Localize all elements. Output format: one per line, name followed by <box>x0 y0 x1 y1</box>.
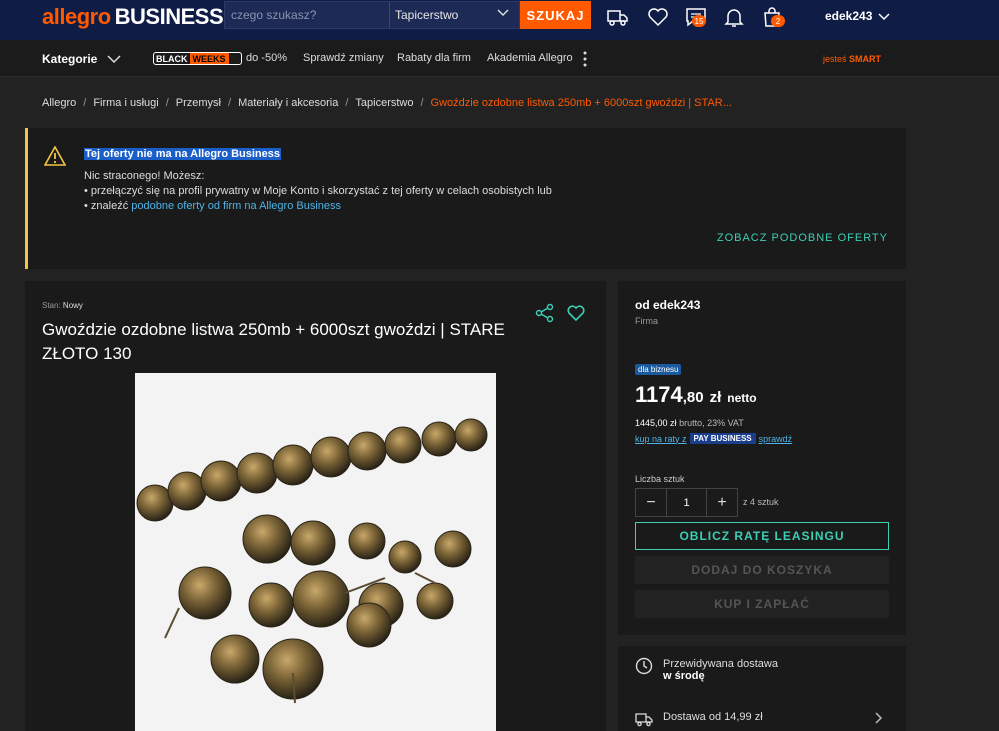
buy-now-button[interactable]: KUP I ZAPŁAĆ <box>635 590 889 618</box>
quantity-decrease-button[interactable]: − <box>636 489 666 516</box>
notice-line: • przełączyć się na profil prywatny w Mo… <box>84 185 552 197</box>
installments-link[interactable]: kup na raty z <box>635 434 687 444</box>
installments-check-link[interactable]: sprawdź <box>759 434 793 444</box>
chevron-down-icon[interactable] <box>497 6 509 18</box>
see-similar-offers-button[interactable]: ZOBACZ PODOBNE OFERTY <box>717 232 888 244</box>
smart-prefix: jesteś <box>823 54 847 64</box>
search-button[interactable]: SZUKAJ <box>520 1 591 29</box>
user-menu[interactable]: edek243 <box>825 9 890 23</box>
notice-title: Tej oferty nie ma na Allegro Business <box>84 148 281 160</box>
quantity-label: Liczba sztuk <box>635 474 685 484</box>
price: 1174,80 zł netto <box>635 382 757 408</box>
delivery-truck-icon[interactable] <box>606 5 630 29</box>
product-title: Gwoździe ozdobne listwa 250mb + 6000szt … <box>42 320 505 363</box>
breadcrumb-separator: / <box>228 97 232 109</box>
expected-delivery-value: w środę <box>663 670 705 682</box>
more-icon[interactable] <box>581 50 589 68</box>
top-bar: allegroBUSINESS Tapicerstwo SZUKAJ 15 2 … <box>0 0 999 40</box>
breadcrumb-separator: / <box>420 97 424 109</box>
smart-label: SMART <box>849 54 882 64</box>
search-bar: Tapicerstwo <box>224 1 520 29</box>
nav-bar: Kategorie BLACK WEEKS do -50% Sprawdź zmi… <box>0 40 999 77</box>
black-weeks-badge[interactable]: BLACK WEEKS <box>153 52 242 65</box>
installments-row: kup na raty z PAY BUSINESS sprawdź <box>635 433 792 444</box>
logo-sub: BUSINESS <box>114 4 224 29</box>
categories-menu[interactable]: Kategorie <box>42 52 121 66</box>
breadcrumb-current: Gwoździe ozdobne listwa 250mb + 6000szt … <box>430 97 732 109</box>
brutto-text: brutto, 23% VAT <box>679 418 744 428</box>
price-integer: 1174 <box>635 382 683 407</box>
chevron-down-icon <box>107 55 121 64</box>
smart-status[interactable]: jesteś SMART <box>823 54 881 64</box>
messages-count-badge: 15 <box>692 15 706 27</box>
heart-icon[interactable] <box>646 5 670 29</box>
breadcrumb-item[interactable]: Przemysł <box>176 97 221 109</box>
buy-panel: od edek243 Firma dla biznesu 1174,80 zł ne… <box>618 281 906 635</box>
product-card: Stan: Nowy Gwoździe ozdobne listwa 250mb… <box>25 281 606 731</box>
nav-link-rabaty[interactable]: Rabaty dla firm <box>397 52 471 64</box>
notice-line: • znaleźć podobne oferty od firm na Alle… <box>84 199 552 214</box>
quantity-input[interactable] <box>666 489 707 516</box>
breadcrumb-item[interactable]: Materiały i akcesoria <box>238 97 338 109</box>
breadcrumb: Allegro / Firma i usługi / Przemysł / Mater… <box>42 97 732 109</box>
expected-delivery-label: Przewidywana dostawa <box>663 658 778 670</box>
username: edek243 <box>825 9 873 23</box>
notice-line-prefix: • znaleźć <box>84 200 132 212</box>
nails-photo <box>135 373 496 731</box>
price-decimal: ,80 <box>682 389 704 406</box>
lease-calculator-button[interactable]: OBLICZ RATĘ LEASINGU <box>635 522 889 550</box>
condition-value: Nowy <box>62 301 83 310</box>
brutto-value: 1445,00 zł <box>635 418 677 428</box>
breadcrumb-item[interactable]: Firma i usługi <box>93 97 158 109</box>
nav-link-akademia[interactable]: Akademia Allegro <box>487 52 573 64</box>
chevron-down-icon <box>878 13 890 21</box>
nav-link-sprawdz-zmiany[interactable]: Sprawdź zmiany <box>303 52 384 64</box>
quantity-stepper: − + <box>635 488 738 517</box>
heart-icon[interactable] <box>566 303 586 323</box>
condition: Stan: Nowy <box>42 301 83 310</box>
bell-icon[interactable] <box>722 5 746 29</box>
cart-count-badge: 2 <box>771 15 785 27</box>
breadcrumb-separator: / <box>165 97 169 109</box>
notice-body: Nic straconego! Możesz: • przełączyć się… <box>84 169 552 214</box>
breadcrumb-item[interactable]: Allegro <box>42 97 76 109</box>
black-weeks-label-1: BLACK <box>156 53 188 64</box>
delivery-cost[interactable]: Dostawa od 14,99 zł <box>663 711 763 723</box>
categories-label: Kategorie <box>42 52 98 66</box>
share-icon[interactable] <box>535 303 555 323</box>
quantity-increase-button[interactable]: + <box>707 489 737 516</box>
notice-line: Nic straconego! Możesz: <box>84 170 205 182</box>
search-divider <box>389 2 390 28</box>
delivery-panel: Przewidywana dostawa w środę Dostawa od … <box>618 646 906 731</box>
seller-name[interactable]: od edek243 <box>635 298 700 312</box>
breadcrumb-item[interactable]: Tapicerstwo <box>355 97 413 109</box>
condition-label: Stan: <box>42 301 61 310</box>
brutto-price: 1445,00 zł brutto, 23% VAT <box>635 418 744 428</box>
add-to-cart-button[interactable]: DODAJ DO KOSZYKA <box>635 556 889 584</box>
clock-icon <box>635 657 653 675</box>
category-select[interactable]: Tapicerstwo <box>395 8 458 22</box>
quantity-available: z 4 sztuk <box>743 497 779 507</box>
allegro-business-logo[interactable]: allegro BUSINESS <box>42 4 224 30</box>
chevron-right-icon[interactable] <box>873 712 883 724</box>
warning-icon <box>44 146 66 166</box>
search-input[interactable] <box>225 2 388 28</box>
logo-main: allegro <box>42 4 111 29</box>
breadcrumb-separator: / <box>83 97 87 109</box>
offer-unavailable-notice: Tej oferty nie ma na Allegro Business Ni… <box>25 128 906 269</box>
delivery-truck-icon <box>635 713 653 727</box>
similar-offers-link[interactable]: podobne oferty od firm na Allegro Busine… <box>131 200 341 212</box>
seller-type: Firma <box>635 316 658 326</box>
black-weeks-label-2: WEEKS <box>189 53 229 64</box>
promo-link[interactable]: do -50% <box>246 52 287 64</box>
price-netto-label: netto <box>727 391 757 405</box>
business-badge: dla biznesu <box>635 364 682 375</box>
expected-delivery: Przewidywana dostawa w środę <box>663 658 778 682</box>
price-currency: zł <box>709 389 722 406</box>
product-image[interactable] <box>135 373 496 731</box>
breadcrumb-separator: / <box>345 97 349 109</box>
pay-business-logo: PAY BUSINESS <box>689 433 756 444</box>
